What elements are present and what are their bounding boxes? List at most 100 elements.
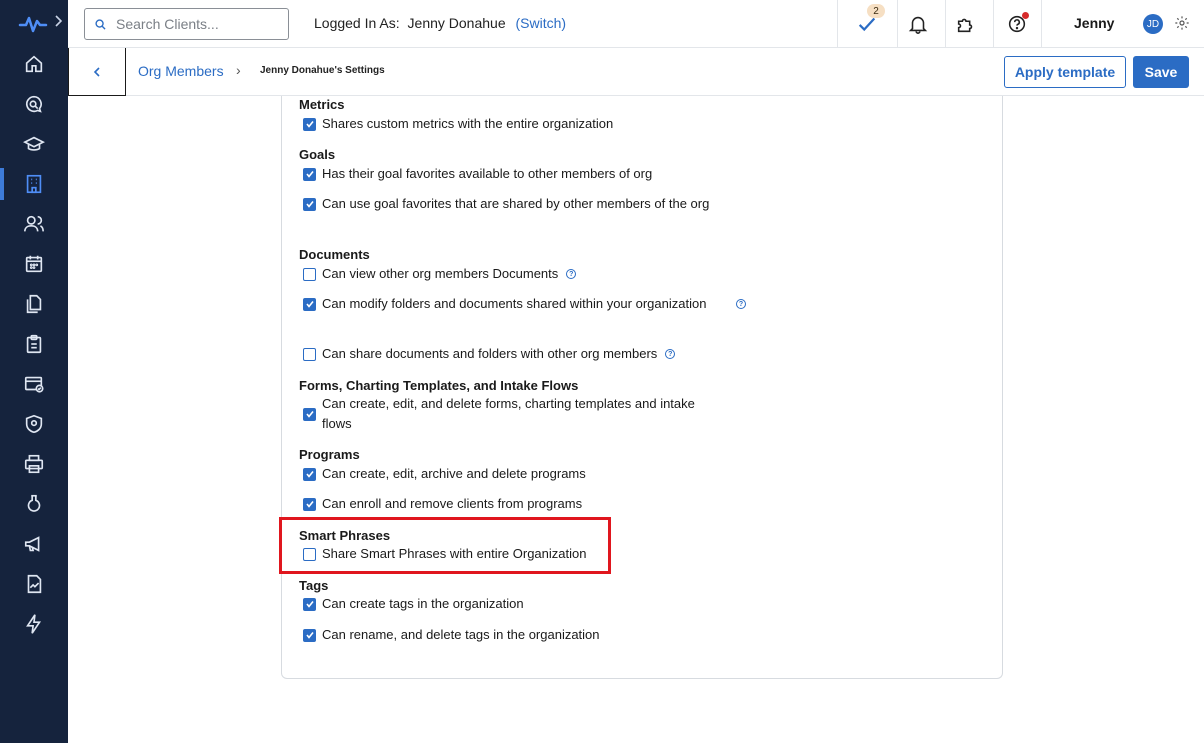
tasks-button[interactable]: 2 — [851, 4, 885, 40]
flask-icon — [27, 494, 41, 512]
checkbox-checked[interactable] — [303, 467, 316, 481]
option-label: Can use goal favorites that are shared b… — [322, 196, 710, 211]
puzzle-icon — [957, 18, 973, 33]
checkbox-checked[interactable] — [303, 407, 316, 421]
documents-icon — [26, 294, 42, 314]
divider — [993, 0, 994, 48]
option-label: Can modify folders and documents shared … — [322, 296, 707, 311]
option-manage-programs[interactable]: Can create, edit, archive and delete pro… — [303, 464, 586, 484]
gear-icon[interactable] — [1174, 15, 1190, 31]
sidebar-item-clients[interactable] — [0, 204, 68, 244]
highlight-annotation-box — [279, 517, 611, 574]
sidebar-item-calendar[interactable] — [0, 244, 68, 284]
notifications-button[interactable] — [902, 8, 934, 40]
checkbox-checked[interactable] — [303, 197, 316, 211]
option-label: Can enroll and remove clients from progr… — [322, 496, 583, 511]
option-enroll-clients[interactable]: Can enroll and remove clients from progr… — [303, 494, 582, 514]
notification-dot — [1022, 12, 1029, 19]
sidebar-item-billing[interactable] — [0, 364, 68, 404]
sidebar-item-labs[interactable] — [0, 484, 68, 524]
section-title-forms: Forms, Charting Templates, and Intake Fl… — [299, 378, 579, 393]
option-create-tags[interactable]: Can create tags in the organization — [303, 594, 524, 614]
switch-user-link[interactable]: (Switch) — [516, 15, 567, 31]
checkbox-checked[interactable] — [303, 297, 316, 311]
breadcrumb-org-members[interactable]: Org Members — [138, 63, 224, 79]
sidebar — [0, 0, 68, 743]
option-label: Shares custom metrics with the entire or… — [322, 116, 614, 131]
option-share-documents-folders[interactable]: Can share documents and folders with oth… — [303, 344, 676, 364]
sidebar-item-documents[interactable] — [0, 284, 68, 324]
search-chat-icon — [25, 95, 42, 113]
sidebar-item-print[interactable] — [0, 444, 68, 484]
sidebar-item-reports[interactable] — [0, 564, 68, 604]
top-bar: Logged In As: Jenny Donahue (Switch) 2 J… — [68, 0, 1204, 48]
option-goal-favorites-available[interactable]: Has their goal favorites available to ot… — [303, 164, 652, 184]
report-icon — [27, 574, 42, 594]
option-view-org-documents[interactable]: Can view other org members Documents ? — [303, 264, 577, 284]
building-icon — [26, 174, 42, 194]
sidebar-item-marketing[interactable] — [0, 524, 68, 564]
sidebar-item-organization[interactable] — [0, 164, 68, 204]
checkbox-checked[interactable] — [303, 628, 316, 642]
tasks-count-badge: 2 — [867, 4, 885, 18]
help-icon[interactable]: ? — [736, 299, 746, 309]
option-manage-forms-templates[interactable]: Can create, edit, and delete forms, char… — [303, 394, 722, 434]
logged-in-info: Logged In As: Jenny Donahue (Switch) — [314, 15, 566, 31]
checkbox-checked[interactable] — [303, 167, 316, 181]
printer-icon — [24, 454, 44, 474]
help-icon[interactable]: ? — [665, 349, 676, 359]
users-icon — [24, 215, 44, 232]
graduation-cap-icon — [23, 136, 45, 151]
sidebar-item-tasks[interactable] — [0, 324, 68, 364]
section-title-metrics: Metrics — [299, 97, 345, 112]
search-input[interactable] — [114, 15, 284, 33]
billing-icon — [24, 376, 44, 393]
home-icon — [25, 55, 43, 73]
option-label: Can share documents and folders with oth… — [322, 346, 658, 361]
integrations-button[interactable] — [950, 8, 982, 40]
checkbox-checked[interactable] — [303, 497, 316, 511]
checkbox-checked[interactable] — [303, 117, 316, 131]
option-label: Has their goal favorites available to ot… — [322, 166, 653, 181]
sidebar-item-messages[interactable] — [0, 84, 68, 124]
lightning-icon — [26, 614, 42, 634]
permissions-card: Metrics Shares custom metrics with the e… — [281, 96, 1003, 679]
user-name[interactable]: Jenny — [1074, 15, 1114, 31]
logged-in-label: Logged In As: — [314, 15, 400, 31]
divider — [945, 0, 946, 48]
help-icon[interactable]: ? — [566, 269, 577, 279]
breadcrumb-separator: › — [236, 62, 241, 78]
divider — [1041, 0, 1042, 48]
sidebar-item-automations[interactable] — [0, 604, 68, 644]
megaphone-icon — [24, 536, 40, 552]
option-share-custom-metrics[interactable]: Shares custom metrics with the entire or… — [303, 114, 613, 134]
shield-icon — [25, 414, 43, 434]
help-button[interactable] — [1001, 8, 1033, 40]
search-icon — [95, 18, 106, 30]
divider — [897, 0, 898, 48]
checkbox-unchecked[interactable] — [303, 347, 316, 361]
option-use-shared-goal-favorites[interactable]: Can use goal favorites that are shared b… — [303, 194, 722, 214]
bell-icon — [908, 16, 928, 34]
section-title-tags: Tags — [299, 578, 329, 593]
option-label: Can create tags in the organization — [322, 596, 524, 611]
sidebar-item-security[interactable] — [0, 404, 68, 444]
sidebar-expand-chevron-icon[interactable] — [54, 14, 66, 34]
option-modify-shared-folders[interactable]: Can modify folders and documents shared … — [303, 294, 746, 314]
chevron-left-icon — [93, 66, 100, 77]
checkbox-checked[interactable] — [303, 597, 316, 611]
option-label: Can create, edit, and delete forms, char… — [322, 396, 695, 431]
apply-template-button[interactable]: Apply template — [1004, 56, 1126, 88]
app-logo-icon[interactable] — [18, 12, 48, 36]
checkbox-unchecked[interactable] — [303, 267, 316, 281]
back-button[interactable] — [68, 48, 126, 96]
clipboard-icon — [26, 334, 42, 354]
sidebar-item-home[interactable] — [0, 44, 68, 84]
avatar[interactable]: JD — [1143, 14, 1163, 34]
page-header: Org Members › Jenny Donahue's Settings A… — [68, 48, 1204, 96]
sidebar-item-learning[interactable] — [0, 124, 68, 164]
save-button[interactable]: Save — [1133, 56, 1189, 88]
option-rename-delete-tags[interactable]: Can rename, and delete tags in the organ… — [303, 625, 600, 645]
search-box[interactable] — [84, 8, 289, 40]
option-label: Can rename, and delete tags in the organ… — [322, 627, 600, 642]
